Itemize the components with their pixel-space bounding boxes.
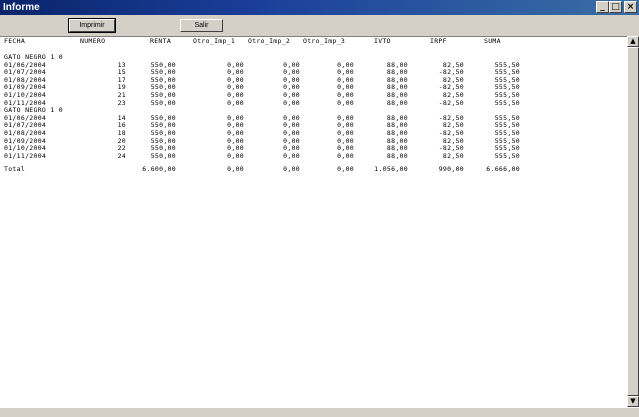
- cell-other-tax-3: 0,00: [337, 98, 354, 107]
- cell-other-tax-3: 0,00: [337, 91, 354, 99]
- column-header-ivto: IVTO: [374, 37, 391, 45]
- cell-irpf: -82,50: [438, 98, 464, 107]
- scroll-up-icon[interactable]: ▲: [627, 36, 639, 47]
- title-bar[interactable]: Informe _ □ ×: [0, 0, 639, 15]
- total-ivto: 1.056,00: [374, 165, 408, 174]
- cell-number: 23: [117, 98, 126, 107]
- cell-sum: 555,50: [494, 151, 520, 160]
- column-header-other-tax-2: Otro_Imp_2: [248, 37, 291, 45]
- horizontal-scrollbar[interactable]: [0, 407, 639, 417]
- cell-sum: 555,50: [494, 129, 520, 137]
- cell-ivto: 88,00: [386, 91, 408, 99]
- column-header-irpf: IRPF: [430, 37, 447, 45]
- cell-other-tax-1: 0,00: [227, 98, 244, 107]
- cell-number: 24: [117, 151, 126, 160]
- report-area: FECHA NUMERO RENTA Otro_Imp_1 Otro_Imp_2 Otro…: [0, 36, 627, 407]
- cell-other-tax-1: 0,00: [227, 151, 244, 160]
- report-window: Informe _ □ × Imprimir Salir FECHA NUMERO…: [0, 0, 639, 417]
- cell-number: 18: [117, 129, 126, 137]
- cell-date: 01/11/2004: [4, 151, 47, 160]
- total-irpf: 990,00: [438, 165, 464, 174]
- cell-other-tax-1: 0,00: [227, 91, 244, 99]
- cell-date: 01/08/2004: [4, 129, 47, 137]
- cell-other-tax-2: 0,00: [283, 91, 300, 99]
- scroll-down-icon[interactable]: ▼: [627, 396, 639, 407]
- scroll-thumb[interactable]: [627, 47, 639, 396]
- cell-date: 01/10/2004: [4, 91, 47, 99]
- cell-ivto: 88,00: [386, 151, 408, 160]
- total-other-tax-3: 0,00: [337, 165, 354, 174]
- total-other-tax-2: 0,00: [283, 165, 300, 174]
- column-header-other-tax-3: Otro_Imp_3: [303, 37, 346, 45]
- window-title: Informe: [3, 2, 40, 13]
- print-button[interactable]: Imprimir: [68, 18, 116, 33]
- cell-irpf: -82,50: [438, 129, 464, 137]
- column-header-number: NUMERO: [80, 37, 106, 45]
- column-header-sum: SUMA: [484, 37, 501, 45]
- maximize-button[interactable]: □: [609, 1, 622, 13]
- total-other-tax-1: 0,00: [227, 165, 244, 174]
- cell-irpf: 82,50: [442, 151, 464, 160]
- minimize-button[interactable]: _: [596, 1, 609, 13]
- cell-rent: 550,00: [150, 91, 176, 99]
- total-label: Total: [4, 165, 26, 174]
- cell-irpf: 82,50: [442, 91, 464, 99]
- column-header-rent: RENTA: [150, 37, 172, 45]
- toolbar: Imprimir Salir: [0, 15, 639, 36]
- close-button[interactable]: ×: [624, 1, 637, 13]
- cell-other-tax-3: 0,00: [337, 151, 354, 160]
- total-sum: 6.666,00: [486, 165, 520, 174]
- cell-sum: 555,50: [494, 98, 520, 107]
- cell-other-tax-2: 0,00: [283, 151, 300, 160]
- cell-other-tax-2: 0,00: [283, 129, 300, 137]
- total-rent: 6.600,00: [142, 165, 176, 174]
- vertical-scrollbar[interactable]: ▲ ▼: [627, 36, 639, 407]
- cell-sum: 555,50: [494, 91, 520, 99]
- cell-other-tax-1: 0,00: [227, 129, 244, 137]
- cell-ivto: 88,00: [386, 129, 408, 137]
- column-header-date: FECHA: [4, 37, 26, 45]
- cell-rent: 550,00: [150, 98, 176, 107]
- cell-number: 21: [117, 91, 126, 99]
- group-label: GATO NEGRO 1 0: [4, 53, 63, 61]
- cell-ivto: 88,00: [386, 98, 408, 107]
- cell-rent: 550,00: [150, 129, 176, 137]
- column-header-other-tax-1: Otro_Imp_1: [193, 37, 236, 45]
- exit-button[interactable]: Salir: [180, 19, 223, 32]
- cell-other-tax-2: 0,00: [283, 98, 300, 107]
- cell-other-tax-3: 0,00: [337, 129, 354, 137]
- cell-rent: 550,00: [150, 151, 176, 160]
